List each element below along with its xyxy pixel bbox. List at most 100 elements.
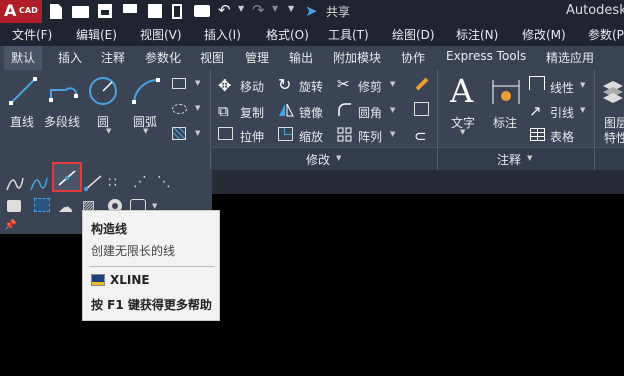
linear-dim-icon[interactable] [529, 76, 545, 90]
tab-default[interactable]: 默认 [4, 46, 42, 70]
revcloud-icon[interactable]: ☁ [58, 198, 73, 216]
tab-addins[interactable]: 附加模块 [333, 49, 381, 66]
tab-view[interactable]: 视图 [200, 49, 224, 66]
modify-panel-title[interactable]: 修改 [306, 151, 330, 168]
layer-label-2[interactable]: 特性 [604, 129, 624, 146]
tab-parametric[interactable]: 参数化 [145, 49, 181, 66]
menu-tools[interactable]: 工具(T) [328, 26, 369, 43]
share-label[interactable]: 共享 [326, 3, 350, 20]
ray-icon[interactable] [84, 175, 102, 191]
tab-output[interactable]: 输出 [289, 49, 313, 66]
arc-icon[interactable] [130, 76, 162, 106]
trim-label[interactable]: 修剪 [358, 78, 382, 95]
linear-label[interactable]: 线性 [550, 79, 574, 96]
line-label[interactable]: 直线 [10, 113, 34, 130]
tab-express-tools[interactable]: Express Tools [446, 49, 526, 63]
annot-panel-title[interactable]: 注释 [497, 151, 521, 168]
menu-modify[interactable]: 修改(M) [522, 26, 566, 43]
linear-dropdown-icon[interactable]: ▼ [580, 81, 585, 89]
copy-icon[interactable]: ⧉ [218, 102, 229, 120]
leader-icon[interactable]: ↗ [529, 102, 542, 120]
redo-dropdown-icon[interactable]: ▼ [272, 4, 278, 13]
polyline-label[interactable]: 多段线 [44, 113, 80, 130]
text-dropdown-icon[interactable]: ▼ [460, 128, 465, 136]
dimension-label[interactable]: 标注 [493, 114, 517, 131]
polygon-dropdown-icon[interactable]: ▼ [152, 202, 157, 210]
measure-icon[interactable]: ⋱ [157, 174, 171, 190]
scale-label[interactable]: 缩放 [299, 128, 323, 145]
leader-label[interactable]: 引线 [550, 104, 574, 121]
stretch-label[interactable]: 拉伸 [240, 128, 264, 145]
rotate-icon[interactable]: ↻ [278, 75, 291, 94]
rectangle-dropdown-icon[interactable]: ▼ [195, 79, 200, 87]
rotate-label[interactable]: 旋转 [299, 78, 323, 95]
menu-edit[interactable]: 编辑(E) [76, 26, 117, 43]
new-icon[interactable] [50, 4, 62, 19]
trim-dropdown-icon[interactable]: ▼ [390, 80, 395, 88]
rectangle-icon[interactable] [172, 78, 186, 89]
tab-collaborate[interactable]: 协作 [401, 49, 425, 66]
array-label[interactable]: 阵列 [358, 128, 382, 145]
customize-dropdown-icon[interactable]: ▼ [288, 4, 294, 13]
menu-parametric[interactable]: 参数(P [588, 26, 624, 43]
move-icon[interactable]: ✥ [218, 76, 231, 95]
spline-fit-icon[interactable] [6, 176, 24, 192]
offset-icon[interactable]: ⊂ [414, 127, 427, 145]
annot-panel-dropdown-icon[interactable]: ▼ [527, 154, 532, 162]
menu-format[interactable]: 格式(O) [266, 26, 309, 43]
layer-properties-icon[interactable] [601, 78, 624, 104]
menu-draw[interactable]: 绘图(D) [392, 26, 435, 43]
leader-dropdown-icon[interactable]: ▼ [580, 106, 585, 114]
fillet-icon[interactable] [337, 102, 353, 118]
polyline-icon[interactable] [48, 78, 80, 104]
modify-panel-dropdown-icon[interactable]: ▼ [336, 154, 341, 162]
mirror-label[interactable]: 镜像 [299, 104, 323, 121]
circle-dropdown-icon[interactable]: ▼ [106, 127, 111, 135]
fillet-dropdown-icon[interactable]: ▼ [390, 106, 395, 114]
arc-dropdown-icon[interactable]: ▼ [143, 127, 148, 135]
undo-icon[interactable]: ↶ [218, 1, 231, 19]
mirror-icon[interactable] [278, 102, 294, 118]
circle-icon[interactable] [87, 75, 119, 107]
copy-label[interactable]: 复制 [240, 104, 264, 121]
table-icon[interactable] [530, 128, 545, 141]
redo-icon[interactable]: ↷ [252, 1, 265, 19]
saveas-icon[interactable] [123, 4, 137, 18]
menu-file[interactable]: 文件(F) [12, 26, 52, 43]
stretch-icon[interactable] [218, 127, 233, 140]
divide-icon[interactable]: ⋰ [133, 174, 147, 190]
share-icon[interactable]: ➤ [305, 2, 318, 20]
open-icon[interactable] [72, 6, 89, 18]
hatch-dropdown-icon[interactable]: ▼ [195, 129, 200, 137]
table-label[interactable]: 表格 [550, 128, 574, 145]
text-icon[interactable]: A [450, 72, 473, 110]
hatch-icon[interactable] [172, 127, 186, 140]
array-icon[interactable] [337, 127, 352, 142]
ellipse-icon[interactable] [172, 104, 187, 114]
import-icon[interactable] [172, 4, 182, 19]
multiple-points-icon[interactable]: ∷ [108, 175, 117, 191]
menu-insert[interactable]: 插入(I) [204, 26, 241, 43]
menu-dimension[interactable]: 标注(N) [456, 26, 498, 43]
tab-featured-apps[interactable]: 精选应用 [546, 49, 594, 66]
scale-icon[interactable] [278, 127, 293, 141]
explode-icon[interactable] [414, 102, 429, 116]
move-label[interactable]: 移动 [240, 78, 264, 95]
undo-dropdown-icon[interactable]: ▼ [238, 4, 244, 13]
spline-cv-icon[interactable] [30, 176, 48, 192]
app-logo[interactable]: A CAD [0, 0, 42, 23]
web-mobile-icon[interactable] [148, 4, 162, 18]
trim-icon[interactable]: ✂ [337, 75, 350, 93]
wipeout-icon[interactable] [34, 198, 50, 212]
ellipse-dropdown-icon[interactable]: ▼ [195, 104, 200, 112]
line-icon[interactable] [8, 76, 38, 106]
erase-icon[interactable] [414, 76, 430, 92]
tab-annotate[interactable]: 注释 [101, 49, 125, 66]
dimension-icon[interactable] [490, 78, 522, 106]
save-icon[interactable] [98, 4, 112, 18]
fillet-label[interactable]: 圆角 [358, 104, 382, 121]
xline-icon[interactable] [58, 170, 76, 186]
tab-manage[interactable]: 管理 [245, 49, 269, 66]
tab-insert[interactable]: 插入 [58, 49, 82, 66]
print-icon[interactable] [194, 5, 210, 17]
